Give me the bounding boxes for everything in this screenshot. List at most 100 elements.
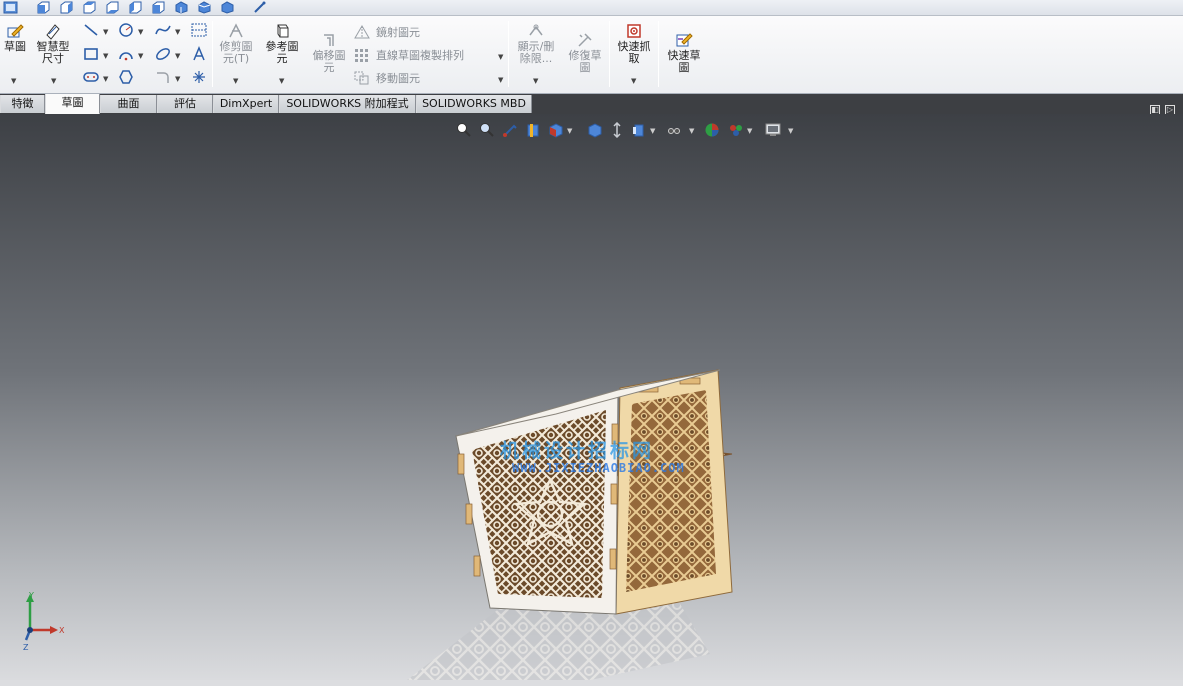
convert-entities-button[interactable]: 參考圖 元 [262, 22, 302, 65]
tab-addins[interactable]: SOLIDWORKS 附加程式 [279, 95, 416, 113]
offset-icon [324, 34, 334, 46]
command-manager-ribbon: 草圖 ▼ 智慧型 尺寸 ▼ ▼ ▼ ▼ ▼ ▼ ▼ ▼ ▼ 修剪圖 元(T) ▼ [0, 16, 1183, 94]
chevron-down-icon[interactable]: ▼ [103, 28, 108, 36]
previous-view-icon[interactable] [502, 122, 518, 138]
line-icon[interactable] [83, 22, 99, 38]
mirror-entities-button[interactable]: 鏡射圖元 [354, 24, 420, 40]
chevron-down-icon[interactable]: ▼ [788, 127, 793, 135]
status-bar [0, 680, 1183, 686]
tab-mbd[interactable]: SOLIDWORKS MBD [416, 95, 532, 113]
right-view-icon[interactable] [82, 1, 97, 14]
text-icon[interactable] [191, 46, 207, 62]
sketch-button[interactable]: 草圖 [2, 22, 28, 53]
smart-dimension-button[interactable]: 智慧型 尺寸 [33, 22, 73, 65]
display-delete-relations-button[interactable]: 顯示/刪 除限... [512, 22, 560, 65]
normal-to-icon[interactable] [252, 1, 267, 14]
chevron-down-icon[interactable]: ▼ [175, 52, 180, 60]
repair-sketch-button[interactable]: 修復草 圖 [564, 31, 606, 74]
chevron-down-icon[interactable]: ▼ [650, 127, 655, 135]
ribbon-separator [212, 21, 213, 87]
tab-dimxpert[interactable]: DimXpert [213, 95, 279, 113]
tab-surfaces[interactable]: 曲面 [100, 95, 157, 113]
spline-icon[interactable] [155, 22, 171, 38]
trimetric-view-icon[interactable] [174, 1, 189, 14]
chevron-down-icon[interactable]: ▼ [103, 75, 108, 83]
chevron-down-icon[interactable]: ▼ [533, 77, 538, 85]
ribbon-separator [508, 21, 509, 87]
ribbon-separator [658, 21, 659, 87]
trim-icon [229, 23, 243, 38]
back-view-icon[interactable] [36, 1, 51, 14]
rectangle-icon[interactable] [83, 46, 99, 62]
chevron-down-icon[interactable]: ▼ [175, 75, 180, 83]
cube-right-lattice [626, 390, 716, 592]
edit-appearance-icon[interactable] [631, 122, 647, 138]
slot-icon[interactable] [83, 69, 99, 85]
offset-entities-button[interactable]: 偏移圖 元 [308, 31, 350, 74]
ellipse-icon[interactable] [155, 46, 171, 62]
apply-scene-icon[interactable] [704, 122, 720, 138]
tab-features[interactable]: 特徵 [0, 95, 45, 113]
zoom-to-fit-icon[interactable] [456, 122, 472, 138]
move-entities-button[interactable]: 移動圖元 [354, 70, 420, 86]
view-orientation-strip [0, 0, 1183, 16]
chevron-down-icon[interactable]: ▼ [138, 52, 143, 60]
point-icon[interactable] [191, 69, 207, 85]
bottom-view-icon[interactable] [128, 1, 143, 14]
isometric-view-icon[interactable] [151, 1, 166, 14]
chevron-down-icon[interactable]: ▼ [233, 77, 238, 85]
realview-icon[interactable] [728, 122, 744, 138]
trim-entities-button[interactable]: 修剪圖 元(T) [216, 22, 256, 65]
dimetric-view-icon[interactable] [197, 1, 212, 14]
display-grid-icon[interactable] [191, 22, 207, 38]
move-icon [354, 71, 369, 85]
tab-sketch[interactable]: 草圖 [45, 94, 100, 115]
watermark-url: WWW.JIXIEZHAOBIAO.COM [512, 461, 685, 475]
rapid-sketch-icon [676, 33, 693, 47]
display-style-icon[interactable] [587, 122, 603, 138]
zoom-to-area-icon[interactable] [479, 122, 495, 138]
left-view-icon[interactable] [59, 1, 74, 14]
chevron-down-icon[interactable]: ▼ [175, 28, 180, 36]
chevron-down-icon[interactable]: ▼ [279, 77, 284, 85]
arc-icon[interactable] [118, 46, 134, 62]
tab-evaluate[interactable]: 評估 [157, 95, 213, 113]
relations-icon [529, 24, 543, 36]
watermark-text: 机械设计招标网 [500, 440, 655, 462]
triad-z-label: Z [23, 643, 29, 652]
section-view-icon[interactable] [525, 122, 541, 138]
circle-icon[interactable] [118, 22, 134, 38]
quick-snaps-icon [627, 24, 641, 38]
command-manager-tabs: 特徵 草圖 曲面 評估 DimXpert SOLIDWORKS 附加程式 SOL… [0, 94, 1183, 115]
chevron-down-icon[interactable]: ▼ [689, 127, 694, 135]
graphics-viewport[interactable]: ▼ ▼ ▼ ▼ ▼ 机械设计招标网 WWW.JIXIEZHAOBIAO.COM … [0, 114, 1183, 686]
fillet-icon[interactable] [155, 69, 171, 85]
quick-snaps-button[interactable]: 快速抓 取 [613, 22, 655, 65]
convert-entities-icon [277, 24, 289, 38]
rapid-sketch-button[interactable]: 快速草 圖 [663, 31, 705, 74]
view-orientation-icon[interactable] [548, 122, 564, 138]
chevron-down-icon[interactable]: ▼ [498, 76, 503, 84]
view-settings-icon[interactable] [765, 122, 781, 138]
chevron-down-icon[interactable]: ▼ [567, 127, 572, 135]
chevron-down-icon[interactable]: ▼ [747, 127, 752, 135]
chevron-down-icon[interactable]: ▼ [138, 28, 143, 36]
chevron-down-icon[interactable]: ▼ [11, 77, 16, 85]
ribbon-separator [609, 21, 610, 87]
front-cube-icon[interactable] [220, 1, 235, 14]
hide-show-items-icon[interactable] [609, 121, 625, 139]
chevron-down-icon[interactable]: ▼ [103, 52, 108, 60]
chevron-down-icon[interactable]: ▼ [498, 53, 503, 61]
glasses-icon[interactable] [666, 122, 682, 138]
polygon-icon[interactable] [118, 69, 134, 85]
mirror-icon [354, 25, 370, 39]
reference-triad[interactable]: Y X Z [18, 592, 68, 652]
smart-dimension-icon [46, 24, 60, 40]
triad-y-label: Y [28, 592, 34, 600]
front-view-icon[interactable] [3, 1, 18, 14]
sketch-icon [7, 24, 24, 38]
chevron-down-icon[interactable]: ▼ [631, 77, 636, 85]
top-view-icon[interactable] [105, 1, 120, 14]
linear-sketch-pattern-button[interactable]: 直線草圖複製排列 [354, 47, 464, 63]
chevron-down-icon[interactable]: ▼ [51, 77, 56, 85]
